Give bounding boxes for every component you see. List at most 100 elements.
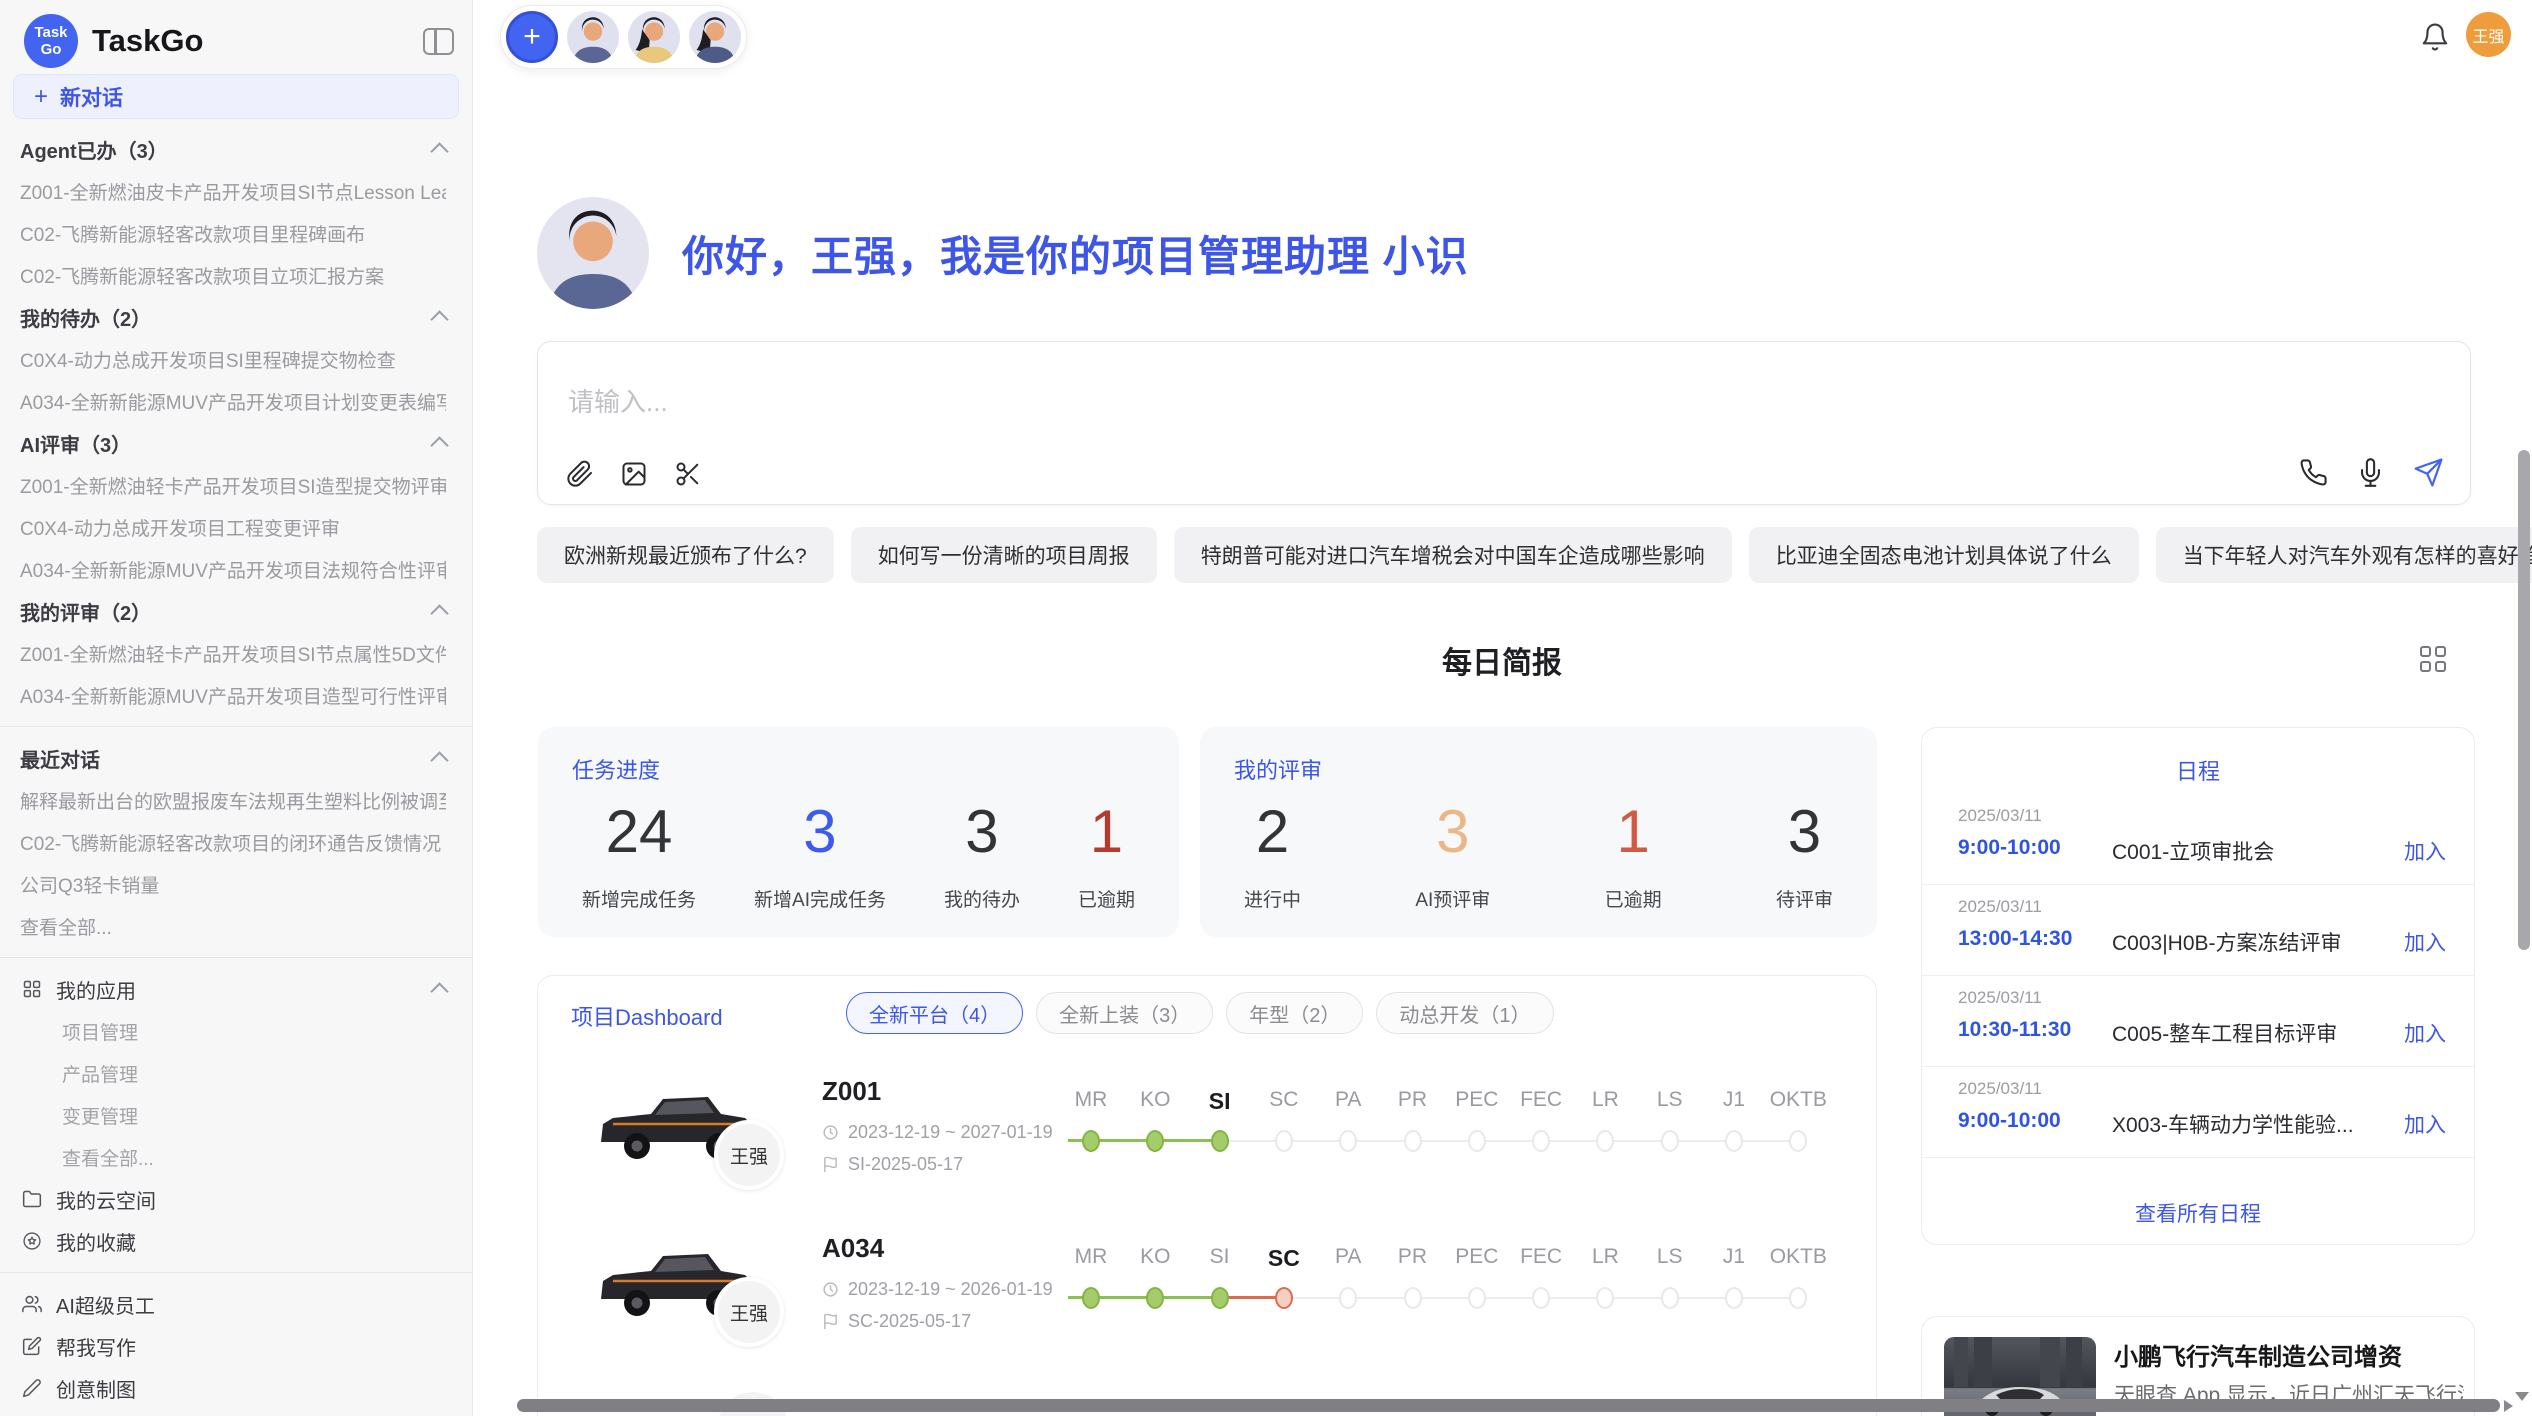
suggestion-chip[interactable]: 比亚迪全固态电池计划具体说了什么 [1749, 527, 2139, 583]
sidebar-subitem[interactable]: 产品管理 [0, 1052, 472, 1094]
event-title: C005-整车工程目标评审 [2112, 1018, 2337, 1048]
milestone-label-SC: SC [1269, 1088, 1298, 1112]
suggestion-chip[interactable]: 如何写一份清晰的项目周报 [851, 527, 1157, 583]
sidebar-item[interactable]: C02-飞腾新能源轻客改款项目立项汇报方案 [0, 254, 472, 296]
sidebar-item-cloud-space[interactable]: 我的云空间 [0, 1178, 472, 1220]
microphone-icon[interactable] [2356, 458, 2385, 487]
sidebar-section-header-section-0[interactable]: Agent已办（3） [0, 128, 472, 170]
milestone-dot-SI [1211, 1130, 1229, 1152]
sidebar-item[interactable]: C02-飞腾新能源轻客改款项目里程碑画布 [0, 212, 472, 254]
suggestion-chip[interactable]: 当下年轻人对汽车外观有怎样的喜好趋势 [2156, 527, 2532, 583]
milestone-label-OKTB: OKTB [1770, 1245, 1827, 1269]
sidebar-item[interactable]: A034-全新新能源MUV产品开发项目造型可行性评审 [0, 674, 472, 716]
my-review-stats: 2进行中3AI预评审1已逾期3待评审 [1244, 799, 1833, 912]
horizontal-scrollbar[interactable] [517, 1399, 2500, 1412]
people-icon [22, 1294, 42, 1314]
sidebar-item-my-apps[interactable]: 我的应用 [0, 968, 472, 1010]
sidebar-item-label: A034-全新新能源MUV产品开发项目计划变更表编写 [20, 388, 446, 415]
attachment-icon[interactable] [566, 460, 594, 488]
sidebar-item-creative-drawing[interactable]: 创意制图 [0, 1367, 472, 1409]
plus-icon: + [523, 20, 541, 54]
sidebar-item-label: C0X4-动力总成开发项目工程变更评审 [20, 514, 446, 541]
suggestion-chip[interactable]: 特朗普可能对进口汽车增税会对中国车企造成哪些影响 [1174, 527, 1732, 583]
milestone-dot-PR [1404, 1130, 1422, 1152]
project-row-Z001[interactable]: 王强Z0012023-12-19 ~ 2027-01-19SI-2025-05-… [538, 1064, 1876, 1224]
layout-grid-icon[interactable] [2420, 646, 2446, 672]
sidebar-collapse-icon[interactable] [423, 28, 454, 55]
scroll-right-arrow-icon[interactable] [2504, 1400, 2513, 1412]
milestone-dot-PEC [1468, 1130, 1486, 1152]
sidebar-item-help-me-write[interactable]: 帮我写作 [0, 1325, 472, 1367]
milestone-label-OKTB: OKTB [1770, 1088, 1827, 1112]
project-row-A034[interactable]: 王强A0342023-12-19 ~ 2026-01-19SC-2025-05-… [538, 1221, 1876, 1381]
sidebar-item[interactable]: Z001-全新燃油皮卡产品开发项目SI节点Lesson Learn报告 [0, 170, 472, 212]
message-input[interactable] [566, 380, 1970, 436]
event-join-link[interactable]: 加入 [2404, 1109, 2446, 1139]
project-dates: 2023-12-19 ~ 2027-01-19 [822, 1122, 1053, 1143]
sidebar-item[interactable]: Z001-全新燃油轻卡产品开发项目SI造型提交物评审 [0, 464, 472, 506]
cloud-icon [22, 1189, 42, 1209]
event-join-link[interactable]: 加入 [2404, 836, 2446, 866]
image-icon[interactable] [620, 460, 648, 488]
send-icon[interactable] [2413, 457, 2444, 488]
scissors-icon[interactable] [674, 460, 702, 488]
milestone-label-PA: PA [1335, 1245, 1361, 1269]
event-date: 2025/03/11 [1958, 1079, 2042, 1099]
project-owner-badge: 王强 [714, 1277, 784, 1347]
sidebar-item[interactable]: C0X4-动力总成开发项目工程变更评审 [0, 506, 472, 548]
sidebar-section-header-section-3[interactable]: 我的评审（2） [0, 590, 472, 632]
dashboard-tab[interactable]: 全新上装（3） [1036, 992, 1213, 1034]
app-window: Task Go TaskGo + 新对话 Agent已办（3）Z001-全新燃油… [0, 0, 2532, 1416]
my-review-card: 我的评审 2进行中3AI预评审1已逾期3待评审 [1200, 727, 1877, 937]
contact-avatar[interactable] [567, 11, 619, 63]
sidebar-section-header-recent[interactable]: 最近对话 [0, 737, 472, 779]
scroll-down-arrow-icon[interactable] [2515, 1392, 2529, 1401]
sidebar-item[interactable]: A034-全新新能源MUV产品开发项目法规符合性评审 [0, 548, 472, 590]
sidebar-section-header-section-1[interactable]: 我的待办（2） [0, 296, 472, 338]
sidebar-subitem[interactable]: 变更管理 [0, 1094, 472, 1136]
milestone-dot-SC [1275, 1287, 1293, 1309]
sidebar-item[interactable]: 解释最新出台的欧盟报废车法规再生塑料比例被调至15%... [0, 779, 472, 821]
sidebar-section-header-section-2[interactable]: AI评审（3） [0, 422, 472, 464]
notifications-bell-icon[interactable] [2420, 22, 2450, 52]
vertical-scrollbar[interactable] [2518, 450, 2530, 950]
contact-avatar[interactable] [689, 11, 741, 63]
stat-label: 待评审 [1776, 885, 1833, 912]
sidebar-item[interactable]: A034-全新新能源MUV产品开发项目计划变更表编写 [0, 380, 472, 422]
stat-已逾期: 1已逾期 [1078, 799, 1135, 912]
add-contact-button[interactable]: + [506, 11, 558, 63]
dashboard-tab[interactable]: 年型（2） [1226, 992, 1363, 1034]
event-join-link[interactable]: 加入 [2404, 1018, 2446, 1048]
dashboard-tab[interactable]: 动总开发（1） [1376, 992, 1553, 1034]
new-chat-button[interactable]: + 新对话 [13, 74, 459, 119]
suggestion-chip[interactable]: 欧洲新规最近颁布了什么? [537, 527, 834, 583]
schedule-event: 2025/03/1110:30-11:30C005-整车工程目标评审加入 [1922, 976, 2474, 1067]
sidebar-item[interactable]: C0X4-动力总成开发项目SI里程碑提交物检查 [0, 338, 472, 380]
sidebar-item[interactable]: 查看全部... [0, 905, 472, 947]
event-title: X003-车辆动力学性能验... [2112, 1109, 2354, 1139]
new-chat-label: 新对话 [60, 82, 123, 112]
write-icon [22, 1336, 42, 1356]
milestone-label-FEC: FEC [1520, 1088, 1562, 1112]
user-avatar[interactable]: 王强 [2466, 12, 2511, 57]
app-title: TaskGo [92, 23, 203, 59]
phone-call-icon[interactable] [2299, 458, 2328, 487]
sidebar-item-label: Z001-全新燃油皮卡产品开发项目SI节点Lesson Learn报告 [20, 178, 446, 205]
event-join-link[interactable]: 加入 [2404, 927, 2446, 957]
sidebar-item-label: 解释最新出台的欧盟报废车法规再生塑料比例被调至15%... [20, 787, 446, 814]
sidebar-item-ai-super-staff[interactable]: AI超级员工 [0, 1283, 472, 1325]
sidebar-item[interactable]: Z001-全新燃油轻卡产品开发项目SI节点属性5D文件评审 [0, 632, 472, 674]
milestone-dot-SI [1211, 1287, 1229, 1309]
milestone-label-KO: KO [1140, 1245, 1170, 1269]
stat-label: AI预评审 [1415, 885, 1490, 912]
sidebar-item[interactable]: C02-飞腾新能源轻客改款项目的闭环通告反馈情况 [0, 821, 472, 863]
event-title: C001-立项审批会 [2112, 836, 2274, 866]
dashboard-tab[interactable]: 全新平台（4） [846, 992, 1023, 1034]
sidebar-subitem[interactable]: 查看全部... [0, 1136, 472, 1178]
sidebar-item-favorites[interactable]: 我的收藏 [0, 1220, 472, 1262]
sidebar-subitem[interactable]: 项目管理 [0, 1010, 472, 1052]
contact-avatar[interactable] [628, 11, 680, 63]
view-all-schedule-link[interactable]: 查看所有日程 [1922, 1198, 2474, 1228]
project-flag-text: SI-2025-05-17 [848, 1154, 963, 1175]
sidebar-item[interactable]: 公司Q3轻卡销量 [0, 863, 472, 905]
